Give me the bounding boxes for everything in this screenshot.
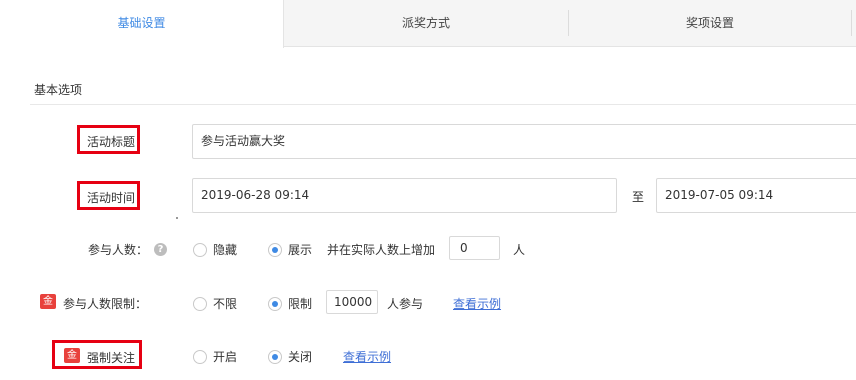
follow-example-link[interactable]: 查看示例	[343, 348, 391, 365]
radio-label: 隐藏	[213, 243, 238, 257]
follow-off-radio[interactable]: 关闭	[268, 348, 312, 365]
radio-label: 展示	[288, 243, 313, 257]
participants-hide-radio[interactable]: 隐藏	[193, 241, 237, 258]
increase-unit: 人	[513, 243, 526, 257]
start-time-input[interactable]: 2019-06-28 09:14	[192, 178, 617, 213]
limit-count-input[interactable]: 10000	[326, 290, 378, 314]
activity-time-label: 活动时间	[87, 191, 136, 205]
limit-limited-radio[interactable]: 限制	[268, 295, 312, 312]
radio-unchecked-icon	[193, 296, 207, 311]
tab-basic-settings[interactable]: 基础设置	[0, 0, 284, 48]
limit-example-link[interactable]: 查看示例	[453, 295, 501, 312]
follow-on-radio[interactable]: 开启	[193, 348, 237, 365]
increase-prefix: 并在实际人数上增加	[327, 243, 436, 257]
tab-prize-settings[interactable]: 奖项设置	[568, 0, 852, 47]
tab-bar: 基础设置 派奖方式 奖项设置	[0, 0, 856, 48]
participants-show-radio[interactable]: 展示	[268, 241, 312, 258]
limit-unlimited-radio[interactable]: 不限	[193, 295, 237, 312]
highlight-box: 金 强制关注	[52, 340, 142, 369]
radio-label: 开启	[213, 350, 238, 364]
radio-label: 不限	[213, 297, 238, 311]
highlight-box: 活动时间	[77, 181, 140, 210]
radio-label: 限制	[288, 297, 313, 311]
help-icon[interactable]: ?	[154, 243, 167, 256]
activity-title-label: 活动标题	[87, 135, 136, 149]
increase-count-input[interactable]: 0	[449, 236, 500, 260]
radio-checked-icon	[268, 242, 282, 257]
radio-label: 关闭	[288, 350, 313, 364]
section-divider	[30, 104, 856, 105]
radio-unchecked-icon	[193, 349, 207, 364]
time-separator: 至	[632, 190, 645, 204]
radio-unchecked-icon	[193, 242, 207, 257]
tab-divider	[851, 10, 852, 36]
dot-mark	[176, 217, 178, 219]
participant-limit-label: 参与人数限制：	[63, 297, 148, 311]
radio-checked-icon	[268, 296, 282, 311]
tab-prize-method[interactable]: 派奖方式	[284, 0, 568, 47]
highlight-box: 活动标题	[77, 125, 140, 154]
participants-label: 参与人数：	[88, 243, 149, 257]
section-title: 基本选项	[34, 83, 83, 97]
activity-title-input[interactable]: 参与活动赢大奖	[192, 124, 856, 159]
gold-badge-icon: 金	[40, 294, 56, 309]
force-follow-label: 强制关注	[87, 351, 136, 365]
gold-badge-icon: 金	[64, 348, 80, 363]
limit-suffix: 人参与	[387, 297, 424, 311]
end-time-input[interactable]: 2019-07-05 09:14	[656, 178, 856, 213]
radio-checked-icon	[268, 349, 282, 364]
